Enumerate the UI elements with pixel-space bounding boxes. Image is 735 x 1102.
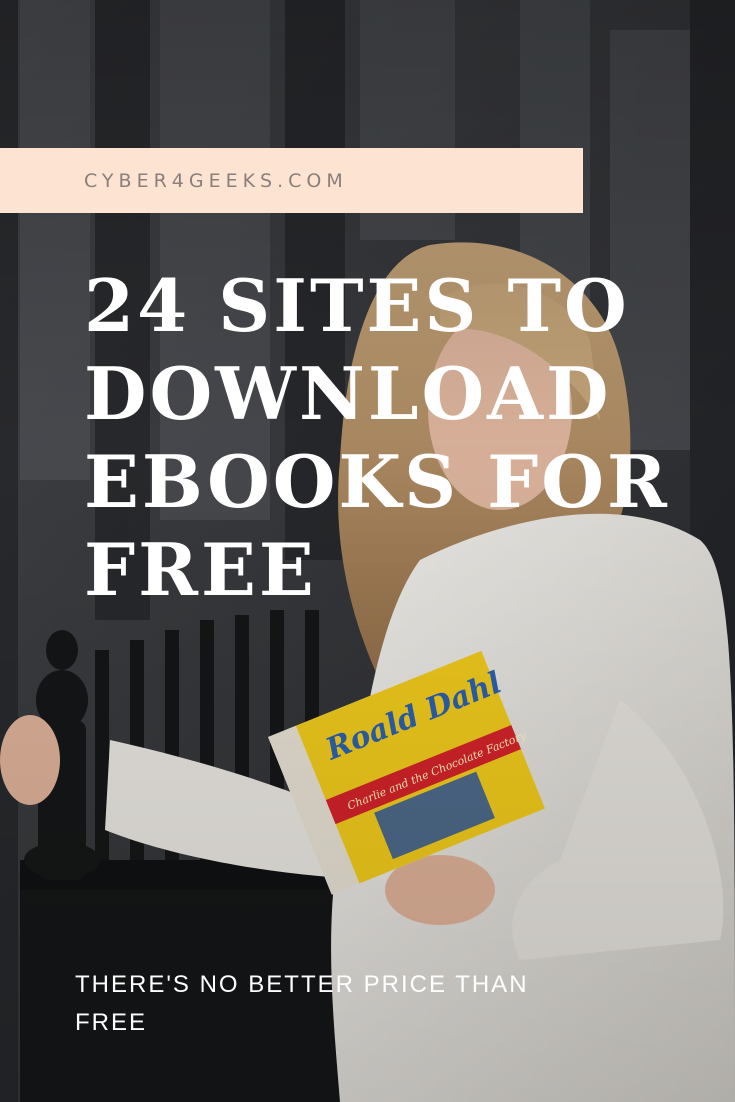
site-name[interactable]: CYBER4GEEKS.COM — [84, 170, 348, 192]
pin-graphic: Roald Dahl Charlie and the Chocolate Fac… — [0, 0, 735, 1102]
headline: 24 SITES TO DOWNLOAD EBOOKS FOR FREE — [84, 262, 684, 614]
headline-line-1: 24 SITES TO — [84, 263, 630, 348]
tagline: THERE'S NO BETTER PRICE THAN FREE — [75, 971, 529, 1036]
headline-line-3: EBOOKS FOR — [84, 439, 670, 524]
headline-line-4: FREE — [84, 527, 317, 612]
headline-line-2: DOWNLOAD — [84, 351, 612, 436]
